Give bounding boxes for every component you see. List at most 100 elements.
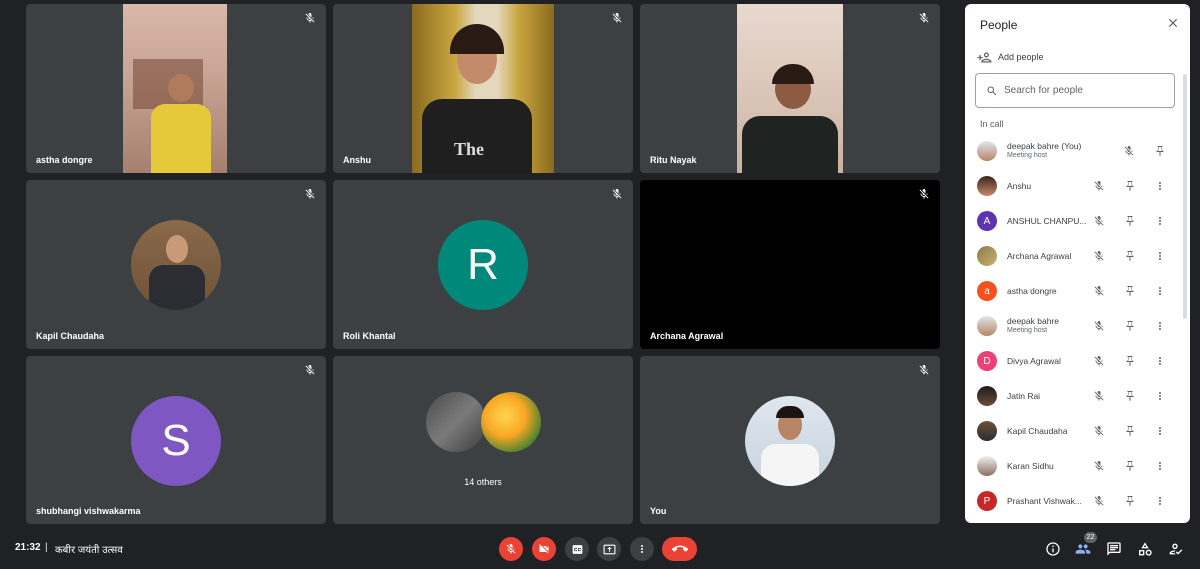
participant-name: Prashant Vishwak... [1007,496,1082,506]
mic-off-icon [305,365,315,375]
meeting-title: कबीर जयंती उत्सव [55,545,123,556]
video-tile-roli-khantal[interactable]: R Roli Khantal [333,180,633,349]
participant-name: Kapil Chaudaha [1007,426,1068,436]
participant-name: ANSHUL CHANPU... [1007,216,1087,226]
participant-avatar: R [438,220,528,310]
more-options-icon[interactable] [1154,390,1166,402]
participant-row[interactable]: Karan Sidhu [965,449,1180,484]
present-icon [603,544,615,554]
mic-off-icon[interactable] [1093,250,1105,262]
mic-off-icon [305,13,315,23]
video-tile-others[interactable]: 14 others [333,356,633,524]
pin-icon[interactable] [1124,180,1136,192]
more-options-icon[interactable] [1154,215,1166,227]
more-options-icon[interactable] [1154,285,1166,297]
participant-avatar: a [977,281,997,301]
captions-button[interactable] [565,537,589,561]
mic-off-icon[interactable] [1093,215,1105,227]
add-people-button[interactable]: Add people [977,50,1044,64]
participant-avatar [131,220,221,310]
leave-call-button[interactable] [662,537,697,561]
participant-row[interactable]: A ANSHUL CHANPU... [965,204,1180,239]
participant-row[interactable]: D Divya Agrawal [965,344,1180,379]
participant-video [737,4,843,173]
pin-icon[interactable] [1124,320,1136,332]
participant-avatar [977,386,997,406]
mic-off-icon[interactable] [1093,320,1105,332]
participant-row[interactable]: Anshu [965,169,1180,204]
mic-off-icon[interactable] [1093,285,1105,297]
mic-off-icon[interactable] [1093,180,1105,192]
close-icon[interactable] [1166,16,1180,30]
meeting-time: 21:32 [15,542,41,553]
chat-icon[interactable] [1106,541,1122,557]
more-options-icon[interactable] [1154,355,1166,367]
more-options-icon[interactable] [1154,460,1166,472]
pin-icon[interactable] [1124,355,1136,367]
more-options-icon[interactable] [1154,495,1166,507]
present-screen-button[interactable] [597,537,621,561]
participant-name: Archana Agrawal [1007,251,1072,261]
mic-off-icon [506,544,516,554]
mic-off-icon [612,13,622,23]
pin-icon[interactable] [1154,145,1166,157]
participant-row[interactable]: Kapil Chaudaha [965,414,1180,449]
video-tile-ritu-nayak[interactable]: Ritu Nayak [640,4,940,173]
activities-icon[interactable] [1137,541,1153,557]
more-options-icon[interactable] [1154,320,1166,332]
participant-name: Archana Agrawal [650,331,724,341]
participant-avatar [977,141,997,161]
more-options-icon[interactable] [1154,250,1166,262]
participant-name: astha dongre [36,155,93,165]
video-tile-you[interactable]: You [640,356,940,524]
participant-name: Kapil Chaudaha [36,331,105,341]
pin-icon[interactable] [1124,390,1136,402]
participant-role: Meeting host [1007,152,1048,159]
mic-toggle-button[interactable] [499,537,523,561]
people-icon[interactable] [1075,541,1091,557]
mic-off-icon [919,13,929,23]
pin-icon[interactable] [1124,215,1136,227]
participant-row[interactable]: deepak bahre (You) Meeting host [965,134,1180,169]
scrollbar[interactable] [1183,74,1187,319]
participant-name: Roli Khantal [343,331,396,341]
video-tile-shubhangi-vishwakarma[interactable]: S shubhangi vishwakarma [26,356,326,524]
pin-icon[interactable] [1124,285,1136,297]
search-input[interactable] [1004,85,1164,96]
video-tile-anshu[interactable]: The Anshu [333,4,633,173]
info-icon[interactable] [1045,541,1061,557]
mic-off-icon[interactable] [1093,390,1105,402]
others-avatar-1 [426,392,486,452]
mic-off-icon[interactable] [1093,460,1105,472]
participant-name: Ritu Nayak [650,155,697,165]
search-icon [987,86,997,95]
more-options-button[interactable] [630,537,654,561]
others-count: 14 others [464,477,502,487]
host-controls-icon[interactable] [1167,541,1183,557]
search-box[interactable] [975,73,1175,108]
mic-off-icon[interactable] [1093,425,1105,437]
more-options-icon[interactable] [1154,180,1166,192]
pin-icon[interactable] [1124,460,1136,472]
participant-row[interactable]: a astha dongre [965,274,1180,309]
participant-avatar [977,176,997,196]
camera-toggle-button[interactable] [532,537,556,561]
mic-off-icon[interactable] [1093,355,1105,367]
video-tile-kapil-chaudaha[interactable]: Kapil Chaudaha [26,180,326,349]
more-options-icon[interactable] [1154,425,1166,437]
video-tile-astha-dongre[interactable]: astha dongre [26,4,326,173]
participant-row[interactable]: Jatin Rai [965,379,1180,414]
participant-name: deepak bahre [1007,316,1059,326]
mic-off-icon[interactable] [1123,145,1135,157]
participant-row[interactable]: deepak bahre Meeting host [965,309,1180,344]
participant-avatar [977,456,997,476]
mic-off-icon[interactable] [1093,495,1105,507]
video-tile-archana-agrawal[interactable]: Archana Agrawal [640,180,940,349]
pin-icon[interactable] [1124,495,1136,507]
participant-row[interactable]: P Prashant Vishwak... [965,484,1180,519]
pin-icon[interactable] [1124,425,1136,437]
pin-icon[interactable] [1124,250,1136,262]
more-options-icon [641,545,643,553]
mic-off-icon [919,365,929,375]
participant-row[interactable]: Archana Agrawal [965,239,1180,274]
